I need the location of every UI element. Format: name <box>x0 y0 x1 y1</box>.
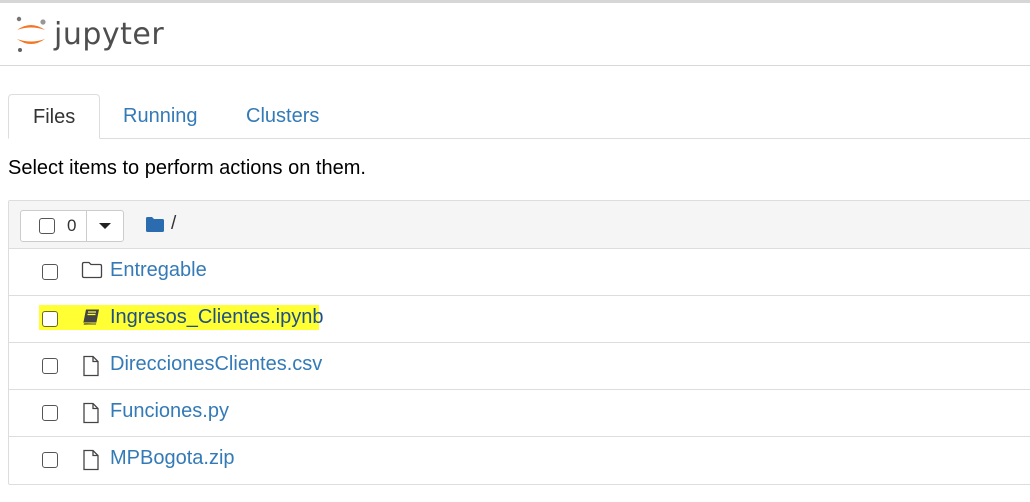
selected-count: 0 <box>67 216 77 235</box>
file-list-header: 0 / <box>9 201 1030 249</box>
select-menu-dropdown[interactable] <box>87 211 123 241</box>
item-name-link[interactable]: Ingresos_Clientes.ipynb <box>110 306 323 329</box>
item-checkbox[interactable] <box>42 452 58 468</box>
selection-hint: Select items to perform actions on them. <box>8 157 366 179</box>
item-name-link[interactable]: DireccionesClientes.csv <box>110 353 322 376</box>
caret-down-icon <box>99 223 112 229</box>
item-name-link[interactable]: MPBogota.zip <box>110 447 235 470</box>
tab-bar: Files Running Clusters <box>8 94 1030 139</box>
list-item: MPBogota.zip <box>9 437 1030 483</box>
list-item: Entregable <box>9 249 1030 296</box>
list-item: Ingresos_Clientes.ipynb <box>9 296 1030 343</box>
item-checkbox[interactable] <box>42 264 58 280</box>
select-all-button[interactable]: 0 <box>21 211 88 241</box>
file-list: 0 / Entregable Ingresos_Clientes.ipynb D… <box>8 200 1030 485</box>
breadcrumb: / <box>145 213 176 235</box>
list-item: DireccionesClientes.csv <box>9 343 1030 390</box>
select-all-group: 0 <box>20 210 125 242</box>
notebook-icon <box>82 309 99 325</box>
file-icon <box>83 355 99 377</box>
folder-solid-icon[interactable] <box>145 216 165 233</box>
item-name-link[interactable]: Funciones.py <box>110 400 229 423</box>
file-icon <box>83 449 99 471</box>
breadcrumb-root[interactable]: / <box>171 213 176 235</box>
item-checkbox[interactable] <box>42 311 58 327</box>
select-all-checkbox[interactable] <box>39 218 55 234</box>
tab-running[interactable]: Running <box>99 94 222 138</box>
item-checkbox[interactable] <box>42 405 58 421</box>
tab-clusters[interactable]: Clusters <box>222 94 343 138</box>
logo-text: jupyter <box>54 16 165 52</box>
tab-files[interactable]: Files <box>8 94 101 139</box>
header: jupyter <box>0 3 1030 66</box>
item-name-link[interactable]: Entregable <box>110 259 207 282</box>
item-checkbox[interactable] <box>42 358 58 374</box>
folder-icon <box>81 261 103 279</box>
jupyter-logo[interactable]: jupyter <box>14 11 164 57</box>
file-icon <box>83 402 99 424</box>
jupyter-logo-icon <box>16 16 46 52</box>
list-item: Funciones.py <box>9 390 1030 437</box>
